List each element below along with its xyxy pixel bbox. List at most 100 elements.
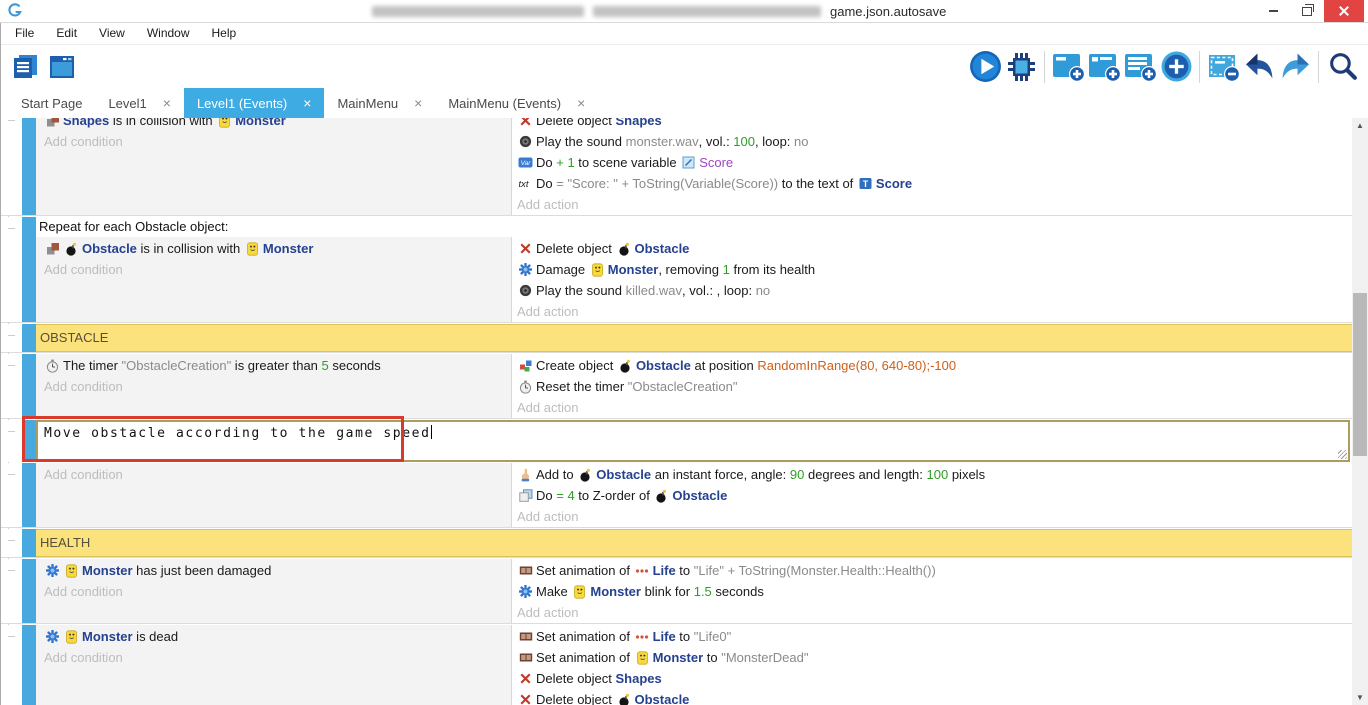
redo-icon[interactable] xyxy=(1277,49,1313,85)
vertical-scrollbar[interactable]: ▲ ▼ xyxy=(1352,118,1368,705)
minimize-button[interactable] xyxy=(1256,0,1290,22)
add-comment-icon[interactable] xyxy=(1122,49,1158,85)
start-page-icon[interactable] xyxy=(44,49,80,85)
add-condition-button[interactable]: Add condition xyxy=(36,581,511,602)
action-line[interactable]: Delete object Obstacle xyxy=(512,238,1352,259)
add-condition-button[interactable]: Add condition xyxy=(36,376,511,397)
tab-mainmenu[interactable]: MainMenu × xyxy=(324,88,435,118)
action-line[interactable]: Delete object Shapes xyxy=(512,118,1352,131)
tab-close-icon[interactable]: × xyxy=(414,96,422,110)
add-subevent-icon[interactable] xyxy=(1086,49,1122,85)
actions-column: Set animation of Life to "Life" + ToStri… xyxy=(512,559,1352,623)
add-action-button[interactable]: Add action xyxy=(512,397,1352,418)
toolbar-left xyxy=(8,49,80,85)
text-object: Shapes xyxy=(616,671,662,686)
condition-line[interactable]: The timer "ObstacleCreation" is greater … xyxy=(36,355,511,376)
add-condition-button[interactable]: Add condition xyxy=(36,131,511,152)
debug-icon[interactable] xyxy=(1003,49,1039,85)
condition-line[interactable]: Monster has just been damaged xyxy=(36,560,511,581)
action-line[interactable]: Do = 4 to Z-order of Obstacle xyxy=(512,485,1352,506)
text-plain: Delete object xyxy=(536,241,616,256)
condition-line[interactable]: Monster is dead xyxy=(36,626,511,647)
text-object: Monster xyxy=(653,650,704,665)
close-button[interactable] xyxy=(1324,0,1364,22)
bomb-icon xyxy=(618,359,633,373)
text-plain: Do xyxy=(536,488,556,503)
tab-level1[interactable]: Level1× xyxy=(95,88,184,118)
condition-line[interactable]: Obstacle is in collision with Monster xyxy=(36,238,511,259)
play-icon[interactable] xyxy=(967,49,1003,85)
tab-label: MainMenu xyxy=(337,96,398,111)
menu-item-edit[interactable]: Edit xyxy=(45,23,88,44)
group-header[interactable]: OBSTACLE xyxy=(36,324,1352,352)
tab-close-icon[interactable]: × xyxy=(163,96,171,110)
monster-icon xyxy=(635,651,650,665)
tab-close-icon[interactable]: × xyxy=(577,96,585,110)
tree-tick xyxy=(8,335,15,336)
action-line[interactable]: VarDo + 1 to scene variable Score xyxy=(512,152,1352,173)
undo-icon[interactable] xyxy=(1241,49,1277,85)
add-other-event-icon[interactable] xyxy=(1158,49,1194,85)
text-muted: no xyxy=(756,283,770,298)
remove-event-icon[interactable] xyxy=(1205,49,1241,85)
text-muted: "MonsterDead" xyxy=(721,650,808,665)
tab-close-icon[interactable]: × xyxy=(303,96,311,110)
search-icon[interactable] xyxy=(1324,49,1360,85)
action-line[interactable]: Play the sound monster.wav, vol.: 100, l… xyxy=(512,131,1352,152)
action-line[interactable]: Set animation of Life to "Life" + ToStri… xyxy=(512,560,1352,581)
menu-item-file[interactable]: File xyxy=(4,23,45,44)
add-condition-button[interactable]: Add condition xyxy=(36,259,511,280)
action-line[interactable]: Set animation of Monster to "MonsterDead… xyxy=(512,647,1352,668)
event-row: Add conditionAdd to Obstacle an instant … xyxy=(0,463,1352,528)
menu-item-help[interactable]: Help xyxy=(201,23,248,44)
text-muted: "ObstacleCreation" xyxy=(122,358,232,373)
action-line[interactable]: Delete object Obstacle xyxy=(512,689,1352,705)
repeat-header[interactable]: Repeat for each Obstacle object: xyxy=(36,217,1352,237)
add-event-icon[interactable] xyxy=(1050,49,1086,85)
action-line[interactable]: Play the sound killed.wav, vol.: , loop:… xyxy=(512,280,1352,301)
maximize-button[interactable] xyxy=(1290,0,1324,22)
action-line[interactable]: Make Monster blink for 1.5 seconds xyxy=(512,581,1352,602)
text-plain: Do xyxy=(536,176,556,191)
tree-tick xyxy=(8,431,15,432)
menu-item-view[interactable]: View xyxy=(88,23,136,44)
project-manager-icon[interactable] xyxy=(8,49,44,85)
add-condition-button[interactable]: Add condition xyxy=(36,464,511,485)
comment-input[interactable]: Move obstacle according to the game spee… xyxy=(36,420,1350,462)
text-plain: Delete object xyxy=(536,692,616,705)
scroll-up-button[interactable]: ▲ xyxy=(1352,121,1368,130)
text-object: Obstacle xyxy=(635,692,690,705)
action-line[interactable]: Set animation of Life to "Life0" xyxy=(512,626,1352,647)
action-line[interactable]: Delete object Shapes xyxy=(512,668,1352,689)
action-line[interactable]: txtDo = "Score: " + ToString(Variable(Sc… xyxy=(512,173,1352,194)
add-action-button[interactable]: Add action xyxy=(512,301,1352,322)
action-line[interactable]: Reset the timer "ObstacleCreation" xyxy=(512,376,1352,397)
monster-icon xyxy=(64,630,79,644)
tab-start-page[interactable]: Start Page xyxy=(8,88,95,118)
tab-level1-events[interactable]: Level1 (Events)× xyxy=(184,88,325,118)
tab-mainmenu-events[interactable]: MainMenu (Events)× xyxy=(435,88,598,118)
text-plain: Play the sound xyxy=(536,134,626,149)
text-plain: from its health xyxy=(730,262,815,277)
group-header[interactable]: HEALTH xyxy=(36,529,1352,557)
action-line[interactable]: Create object Obstacle at position Rando… xyxy=(512,355,1352,376)
add-action-button[interactable]: Add action xyxy=(512,602,1352,623)
text-object: Life xyxy=(653,563,676,578)
bomb-icon xyxy=(64,242,79,256)
actions-column: Delete object ShapesPlay the sound monst… xyxy=(512,118,1352,215)
text-placeholder: Add condition xyxy=(44,134,123,149)
add-condition-button[interactable]: Add condition xyxy=(36,647,511,668)
condition-line[interactable]: Shapes is in collision with Monster xyxy=(36,118,511,131)
scroll-down-button[interactable]: ▼ xyxy=(1352,693,1368,702)
add-action-button[interactable]: Add action xyxy=(512,506,1352,527)
text-plain: to the text of xyxy=(778,176,857,191)
menu-item-window[interactable]: Window xyxy=(136,23,201,44)
action-line[interactable]: Add to Obstacle an instant force, angle:… xyxy=(512,464,1352,485)
action-line[interactable]: Damage Monster, removing 1 from its heal… xyxy=(512,259,1352,280)
resize-handle[interactable] xyxy=(1338,450,1347,459)
text-plain: Reset the timer xyxy=(536,379,628,394)
conditions-column: The timer "ObstacleCreation" is greater … xyxy=(36,354,512,418)
text-object: Shapes xyxy=(616,118,662,128)
scrollbar-thumb[interactable] xyxy=(1353,293,1367,456)
add-action-button[interactable]: Add action xyxy=(512,194,1352,215)
